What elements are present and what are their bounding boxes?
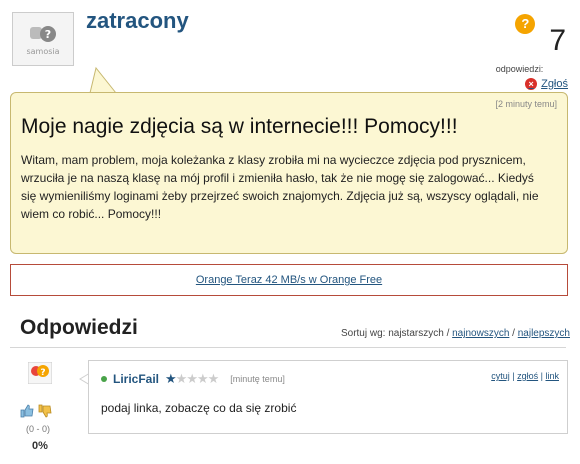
thumb-up-icon[interactable] bbox=[20, 404, 34, 418]
svg-text:?: ? bbox=[40, 368, 45, 378]
answer-card: LiricFail ★★★★★ [minutę temu] cytuj | zg… bbox=[88, 360, 568, 434]
svg-text:?: ? bbox=[45, 28, 51, 41]
quote-link[interactable]: cytuj bbox=[491, 371, 510, 381]
permalink-link[interactable]: link bbox=[545, 371, 559, 381]
answer-author-avatar[interactable]: ? bbox=[27, 361, 53, 385]
question-time: [2 minuty temu] bbox=[495, 99, 557, 109]
answers-count: 7 bbox=[549, 24, 566, 57]
report-x-icon: × bbox=[525, 78, 538, 90]
answer-text: podaj linka, zobaczę co da się zrobić bbox=[101, 401, 297, 415]
avatar-label: samosia bbox=[26, 46, 60, 56]
user-avatar[interactable]: ? samosia bbox=[12, 12, 74, 66]
star-empty-icon: ★★★★ bbox=[175, 371, 220, 386]
ad-link[interactable]: Orange Teraz 42 MB/s w Orange Free bbox=[10, 264, 568, 296]
sort-best-link[interactable]: najlepszych bbox=[518, 328, 570, 339]
rating-stars: ★★★★★ bbox=[165, 371, 220, 387]
answer-actions: cytuj | zgłoś | link bbox=[491, 371, 559, 381]
answer-header: LiricFail ★★★★★ [minutę temu] bbox=[101, 371, 285, 387]
vote-count: (0 - 0) bbox=[26, 424, 51, 434]
vote-percent: 0% bbox=[32, 440, 48, 452]
vote-buttons bbox=[20, 404, 52, 418]
star-filled-icon: ★ bbox=[165, 371, 177, 386]
answer-time: [minutę temu] bbox=[230, 374, 285, 384]
answers-heading: Odpowiedzi bbox=[20, 316, 138, 339]
report-answer-link[interactable]: zgłoś bbox=[517, 371, 538, 381]
question-title: Moje nagie zdjęcia są w internecie!!! Po… bbox=[21, 115, 458, 138]
question-body: Witam, mam problem, moja koleżanka z kla… bbox=[21, 153, 539, 221]
answers-count-label: odpowiedzi: bbox=[495, 64, 544, 74]
question-author[interactable]: zatracony bbox=[86, 8, 189, 34]
question-mark-icon: ? bbox=[515, 14, 536, 34]
sort-separator: / bbox=[512, 328, 515, 339]
online-status-icon bbox=[101, 376, 107, 382]
answers-counter: ? odpowiedzi: 7 bbox=[496, 12, 566, 74]
report-question-link[interactable]: × Zgłoś bbox=[525, 78, 568, 90]
thumb-down-icon[interactable] bbox=[38, 404, 52, 418]
sort-options: Sortuj wg: najstarszych / najnowszych / … bbox=[341, 328, 570, 339]
report-label: Zgłoś bbox=[541, 78, 568, 90]
divider bbox=[10, 347, 566, 348]
answer-author[interactable]: LiricFail bbox=[113, 372, 159, 386]
sort-newest-link[interactable]: najnowszych bbox=[452, 328, 509, 339]
sort-label: Sortuj wg: najstarszych / bbox=[340, 328, 450, 339]
actions-sep: | bbox=[512, 371, 515, 381]
actions-sep: | bbox=[540, 371, 543, 381]
avatar-question-icon: ? bbox=[28, 23, 58, 45]
question-bubble: [2 minuty temu] Moje nagie zdjęcia są w … bbox=[10, 92, 568, 254]
